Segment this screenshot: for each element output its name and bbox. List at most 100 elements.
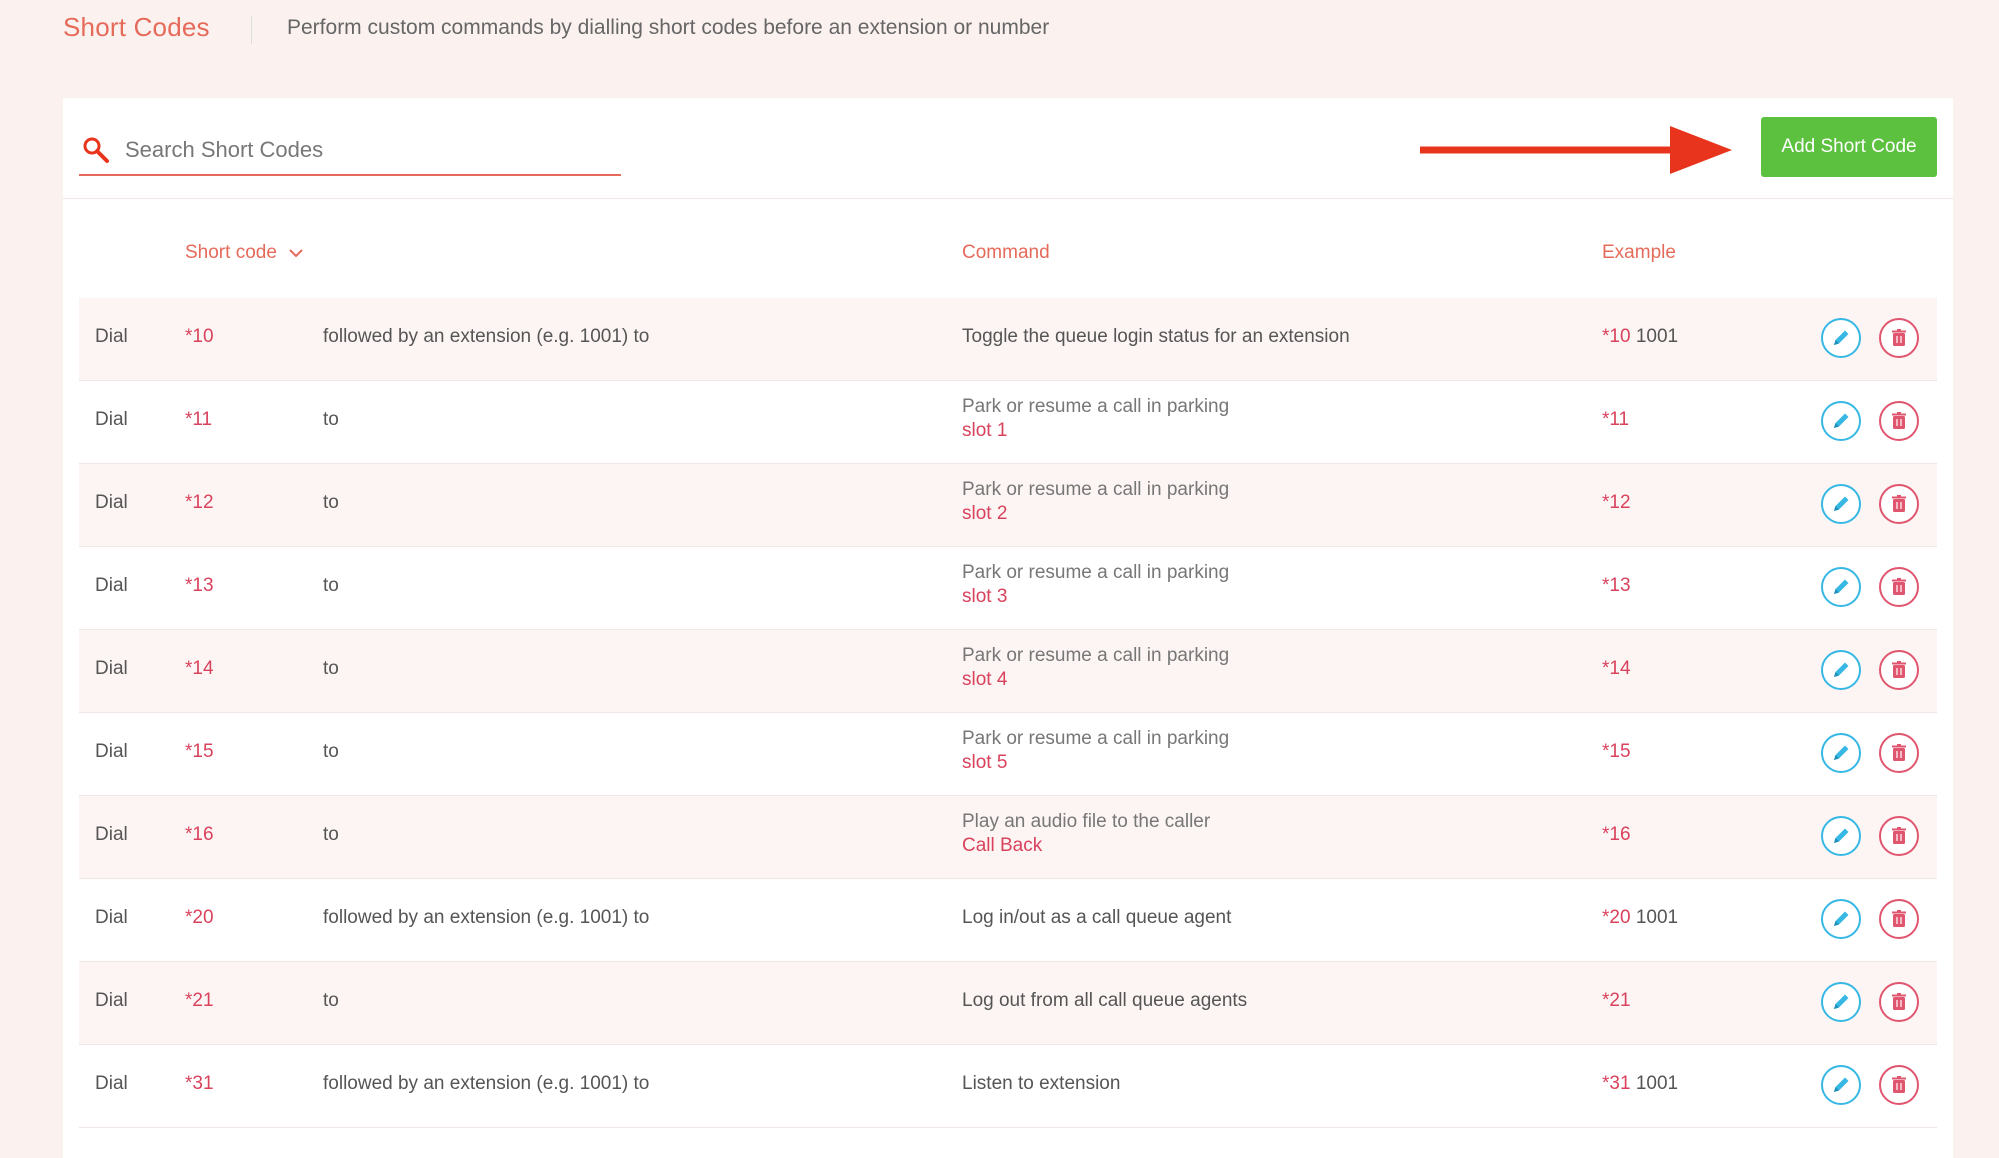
edit-button[interactable] — [1821, 816, 1861, 856]
dial-label: Dial — [95, 409, 128, 430]
short-codes-panel: Add Short Code Short code Command Exampl… — [63, 98, 1953, 1158]
short-code: *21 — [185, 990, 214, 1011]
code-instruction: followed by an extension (e.g. 1001) to — [323, 326, 650, 347]
pencil-icon — [1834, 662, 1849, 677]
edit-button[interactable] — [1821, 401, 1861, 441]
code-instruction: to — [323, 492, 339, 513]
trash-icon — [1892, 661, 1906, 678]
command-cell: Park or resume a call in parking slot 2 — [962, 478, 1229, 526]
pencil-icon — [1834, 994, 1849, 1009]
delete-button[interactable] — [1879, 567, 1919, 607]
pencil-icon — [1834, 911, 1849, 926]
short-codes-table: Short code Command Example Dial *10 foll… — [79, 220, 1937, 1128]
command-text: Listen to extension — [962, 1073, 1121, 1094]
example-extension: 1001 — [1635, 326, 1679, 347]
trash-icon — [1892, 1076, 1906, 1093]
add-short-code-button[interactable]: Add Short Code — [1761, 117, 1937, 177]
search-icon — [83, 137, 109, 163]
code-instruction: to — [323, 741, 339, 762]
page-header: Short Codes Perform custom commands by d… — [0, 0, 1999, 60]
delete-button[interactable] — [1879, 650, 1919, 690]
short-code: *16 — [185, 824, 214, 845]
example-cell: *21 — [1602, 990, 1631, 1012]
example-cell: *12 — [1602, 492, 1631, 514]
edit-button[interactable] — [1821, 484, 1861, 524]
delete-button[interactable] — [1879, 484, 1919, 524]
column-header-example: Example — [1602, 242, 1676, 263]
short-code: *13 — [185, 575, 214, 596]
pencil-icon — [1834, 579, 1849, 594]
table-row: Dial *10 followed by an extension (e.g. … — [79, 298, 1937, 381]
edit-button[interactable] — [1821, 899, 1861, 939]
table-row: Dial *14 to Park or resume a call in par… — [79, 630, 1937, 713]
short-code: *11 — [185, 409, 213, 430]
example-code: *10 — [1602, 326, 1631, 347]
pencil-icon — [1834, 1077, 1849, 1092]
example-code: *20 — [1602, 907, 1631, 928]
command-cell: Play an audio file to the caller Call Bac… — [962, 810, 1210, 858]
dial-label: Dial — [95, 575, 128, 596]
column-header-label: Short code — [185, 242, 277, 263]
example-cell: *31 1001 — [1602, 1073, 1678, 1095]
table-row: Dial *11 to Park or resume a call in par… — [79, 381, 1937, 464]
short-code: *12 — [185, 492, 214, 513]
table-row: Dial *12 to Park or resume a call in par… — [79, 464, 1937, 547]
example-cell: *13 — [1602, 575, 1631, 597]
trash-icon — [1892, 329, 1906, 346]
short-code: *10 — [185, 326, 214, 347]
dial-label: Dial — [95, 1073, 128, 1094]
edit-button[interactable] — [1821, 1065, 1861, 1105]
edit-button[interactable] — [1821, 733, 1861, 773]
pencil-icon — [1834, 413, 1849, 428]
table-header: Short code Command Example — [79, 220, 1937, 298]
command-subtext: Call Back — [962, 835, 1043, 856]
example-code: *12 — [1602, 492, 1631, 513]
command-cell: Listen to extension — [962, 1073, 1120, 1095]
delete-button[interactable] — [1879, 318, 1919, 358]
short-code: *15 — [185, 741, 214, 762]
code-instruction: followed by an extension (e.g. 1001) to — [323, 1073, 650, 1094]
dial-label: Dial — [95, 326, 128, 347]
edit-button[interactable] — [1821, 318, 1861, 358]
delete-button[interactable] — [1879, 733, 1919, 773]
short-code: *14 — [185, 658, 214, 679]
edit-button[interactable] — [1821, 982, 1861, 1022]
trash-icon — [1892, 412, 1906, 429]
search-input[interactable] — [123, 136, 607, 164]
command-cell: Log in/out as a call queue agent — [962, 907, 1231, 929]
delete-button[interactable] — [1879, 401, 1919, 441]
command-cell: Toggle the queue login status for an ext… — [962, 326, 1350, 348]
table-row: Dial *15 to Park or resume a call in par… — [79, 713, 1937, 796]
dial-label: Dial — [95, 990, 128, 1011]
example-cell: *14 — [1602, 658, 1631, 680]
trash-icon — [1892, 910, 1906, 927]
edit-button[interactable] — [1821, 567, 1861, 607]
trash-icon — [1892, 578, 1906, 595]
example-code: *14 — [1602, 658, 1631, 679]
delete-button[interactable] — [1879, 982, 1919, 1022]
table-row: Dial *13 to Park or resume a call in par… — [79, 547, 1937, 630]
trash-icon — [1892, 744, 1906, 761]
example-code: *16 — [1602, 824, 1631, 845]
example-code: *31 — [1602, 1073, 1631, 1094]
command-text: Park or resume a call in parking — [962, 562, 1230, 583]
dial-label: Dial — [95, 907, 128, 928]
page-title: Short Codes — [63, 12, 210, 42]
dial-label: Dial — [95, 824, 128, 845]
delete-button[interactable] — [1879, 899, 1919, 939]
table-row: Dial *20 followed by an extension (e.g. … — [79, 879, 1937, 962]
example-cell: *11 — [1602, 409, 1629, 431]
example-cell: *15 — [1602, 741, 1631, 763]
delete-button[interactable] — [1879, 1065, 1919, 1105]
command-subtext: slot 2 — [962, 503, 1008, 524]
command-cell: Log out from all call queue agents — [962, 990, 1247, 1012]
dial-label: Dial — [95, 741, 128, 762]
pencil-icon — [1834, 330, 1849, 345]
edit-button[interactable] — [1821, 650, 1861, 690]
trash-icon — [1892, 993, 1906, 1010]
delete-button[interactable] — [1879, 816, 1919, 856]
column-header-short-code[interactable]: Short code — [185, 242, 305, 264]
command-text: Park or resume a call in parking — [962, 728, 1230, 749]
example-code: *11 — [1602, 409, 1630, 430]
example-cell: *10 1001 — [1602, 326, 1678, 348]
